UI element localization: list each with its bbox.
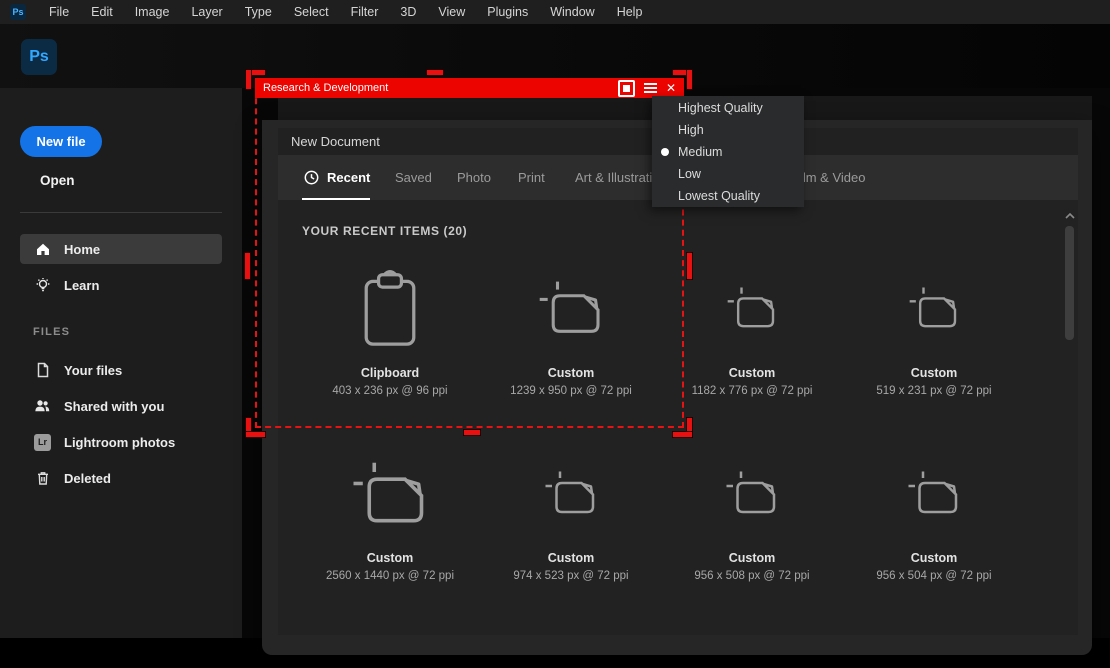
handle-bottom-right[interactable]: [673, 432, 692, 437]
handle-top-right[interactable]: [687, 70, 692, 89]
menu-items: File Edit Image Layer Type Select Filter…: [38, 0, 653, 24]
people-icon: [34, 398, 51, 415]
menu-window[interactable]: Window: [539, 0, 605, 24]
home-sidebar: New file Open Home Learn FILES Y: [0, 88, 242, 638]
custom-document-icon: [844, 445, 1024, 541]
open-button[interactable]: Open: [40, 173, 75, 188]
item-name: Custom: [844, 366, 1024, 380]
sidebar-item-lightroom-photos[interactable]: Lr Lightroom photos: [20, 427, 222, 457]
menu-bar: Ps File Edit Image Layer Type Select Fil…: [0, 0, 1110, 24]
custom-document-icon: [662, 445, 842, 541]
item-name: Custom: [662, 366, 842, 380]
menu-image[interactable]: Image: [124, 0, 181, 24]
item-name: Custom: [844, 551, 1024, 565]
handle-middle-left[interactable]: [245, 253, 250, 279]
quality-dropdown-menu: Highest Quality High Medium Low Lowest Q…: [652, 96, 804, 207]
sidebar-item-your-files[interactable]: Your files: [20, 355, 222, 385]
menu-item-highest-quality[interactable]: Highest Quality: [652, 97, 804, 119]
sidebar-item-home[interactable]: Home: [20, 234, 222, 264]
sidebar-item-label: Home: [64, 242, 100, 257]
sidebar-item-shared-with-you[interactable]: Shared with you: [20, 391, 222, 421]
overlay-title: Research & Development: [263, 82, 388, 94]
item-name: Custom: [662, 551, 842, 565]
home-icon: [34, 241, 51, 258]
sidebar-item-label: Your files: [64, 363, 122, 378]
menu-3d[interactable]: 3D: [389, 0, 427, 24]
sidebar-item-learn[interactable]: Learn: [20, 270, 222, 300]
custom-document-icon: [481, 445, 661, 541]
sidebar-item-deleted[interactable]: Deleted: [20, 463, 222, 493]
ps-app-icon: Ps: [10, 4, 26, 20]
recent-item-custom[interactable]: Custom 519 x 231 px @ 72 ppi: [844, 260, 1024, 410]
lightbulb-icon: [34, 277, 51, 294]
menu-layer[interactable]: Layer: [180, 0, 233, 24]
handle-bottom-left[interactable]: [246, 432, 265, 437]
menu-plugins[interactable]: Plugins: [476, 0, 539, 24]
overlay-buttons: ✕: [618, 80, 676, 97]
handle-middle-right[interactable]: [687, 253, 692, 279]
new-file-button[interactable]: New file: [20, 126, 102, 157]
scrollbar-up-arrow[interactable]: [1064, 212, 1076, 220]
capture-button[interactable]: [618, 80, 635, 97]
item-dimensions: 2560 x 1440 px @ 72 ppi: [300, 570, 480, 582]
sidebar-item-label: Shared with you: [64, 399, 164, 414]
lightroom-icon: Lr: [34, 434, 51, 451]
scrollbar-thumb[interactable]: [1065, 226, 1074, 340]
handle-top-left[interactable]: [246, 70, 251, 89]
capture-region-rectangle[interactable]: Research & Development ✕: [255, 78, 684, 428]
selected-bullet-icon: [661, 148, 669, 156]
item-name: Custom: [300, 551, 480, 565]
document-icon: [34, 362, 51, 379]
item-dimensions: 956 x 504 px @ 72 ppi: [844, 570, 1024, 582]
overlay-menu-icon[interactable]: [644, 83, 657, 93]
menu-file[interactable]: File: [38, 0, 80, 24]
item-dimensions: 956 x 508 px @ 72 ppi: [662, 570, 842, 582]
trash-icon: [34, 470, 51, 487]
item-name: Custom: [481, 551, 661, 565]
item-dimensions: 974 x 523 px @ 72 ppi: [481, 570, 661, 582]
handle-top-middle[interactable]: [427, 70, 443, 75]
sidebar-divider: [20, 212, 222, 213]
recent-item-custom[interactable]: Custom 1182 x 776 px @ 72 ppi: [662, 260, 842, 410]
menu-type[interactable]: Type: [234, 0, 283, 24]
photoshop-app-window: Ps File Edit Image Layer Type Select Fil…: [0, 0, 1110, 668]
item-dimensions: 1182 x 776 px @ 72 ppi: [662, 385, 842, 397]
custom-document-icon: [300, 445, 480, 541]
recent-item-custom[interactable]: Custom 956 x 504 px @ 72 ppi: [844, 445, 1024, 595]
sidebar-item-label: Deleted: [64, 471, 111, 486]
close-icon[interactable]: ✕: [666, 82, 676, 94]
files-section-label: FILES: [33, 326, 70, 338]
overlay-title-bar[interactable]: Research & Development ✕: [255, 78, 684, 98]
custom-document-icon: [844, 260, 1024, 356]
handle-bottom-middle[interactable]: [464, 430, 480, 435]
item-dimensions: 519 x 231 px @ 72 ppi: [844, 385, 1024, 397]
recent-item-custom[interactable]: Custom 974 x 523 px @ 72 ppi: [481, 445, 661, 595]
menu-item-low[interactable]: Low: [652, 163, 804, 185]
menu-item-medium[interactable]: Medium: [652, 141, 804, 163]
menu-item-lowest-quality[interactable]: Lowest Quality: [652, 185, 804, 207]
menu-view[interactable]: View: [427, 0, 476, 24]
photoshop-logo: Ps: [21, 39, 57, 75]
menu-item-high[interactable]: High: [652, 119, 804, 141]
recent-item-custom[interactable]: Custom 2560 x 1440 px @ 72 ppi: [300, 445, 480, 595]
sidebar-item-label: Lightroom photos: [64, 435, 175, 450]
menu-select[interactable]: Select: [283, 0, 340, 24]
menu-filter[interactable]: Filter: [340, 0, 390, 24]
sidebar-item-label: Learn: [64, 278, 99, 293]
menu-edit[interactable]: Edit: [80, 0, 124, 24]
menu-help[interactable]: Help: [606, 0, 654, 24]
recent-item-custom[interactable]: Custom 956 x 508 px @ 72 ppi: [662, 445, 842, 595]
